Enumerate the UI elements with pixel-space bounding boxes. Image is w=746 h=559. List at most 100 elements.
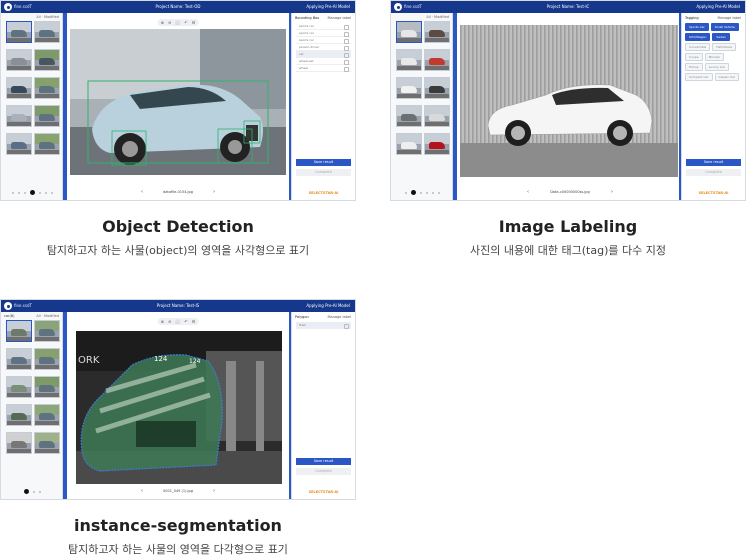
tag-chip[interactable]: Hatchback [712,43,737,51]
tag-chip[interactable]: Sports Car [685,23,709,31]
thumbnail[interactable] [34,105,60,127]
thumbnail[interactable] [396,133,422,155]
zoom-out-icon[interactable]: ⊖ [168,20,171,25]
thumbnail[interactable] [34,77,60,99]
thumbnail-sidebar: All · Modified [1,13,63,200]
filter-dropdown[interactable]: All · Modified [36,15,59,19]
annotation-canvas[interactable]: ⊕ ⊖ ⬜ ↶ ⚙ ‹ datafile-0154.jpg › [67,13,289,200]
complete-button[interactable]: Complete [296,169,351,176]
tag-chip[interactable]: Sedan [712,33,730,41]
fit-icon[interactable]: ⬜ [175,20,180,25]
tag-chip[interactable]: Convertible [685,43,711,51]
label-row[interactable]: sports car [296,37,351,44]
thumbnail[interactable] [396,105,422,127]
thumbnail[interactable] [424,133,450,155]
settings-icon[interactable]: ⚙ [192,319,196,324]
thumbnail[interactable] [34,133,60,155]
card-title: instance-segmentation [74,516,282,535]
undo-icon[interactable]: ↶ [184,319,187,324]
complete-button[interactable]: Complete [296,468,351,475]
next-image-button[interactable]: › [611,189,613,195]
manage-label-link[interactable]: Manage label [328,16,351,20]
thumbnail[interactable] [396,49,422,71]
thumbnail[interactable] [6,404,32,426]
thumbnail[interactable] [34,21,60,43]
filter-dropdown[interactable]: All · Modified [36,314,59,318]
next-image-button[interactable]: › [213,189,215,195]
label-list: sports car sports car sports car person-… [296,23,351,72]
tag-list: Sports Car Small Vehicle SUV/Wagon Sedan… [685,23,742,81]
thumbnail[interactable] [6,49,32,71]
thumbnail[interactable] [6,77,32,99]
thumbnail[interactable] [34,376,60,398]
tag-chip[interactable]: Coupe [685,53,703,61]
tag-chip[interactable]: Classic Car [714,73,740,81]
thumbnail[interactable] [396,77,422,99]
manage-label-link[interactable]: Manage label [328,315,351,319]
thumbnail[interactable] [6,320,32,342]
zoom-in-icon[interactable]: ⊕ [161,319,164,324]
canvas-toolbar: ⊕ ⊖ ⬜ ↶ ⚙ [157,318,199,325]
thumbnail-pager[interactable] [1,190,63,195]
thumbnail[interactable] [6,105,32,127]
thumbnail[interactable] [6,133,32,155]
save-result-button[interactable]: Save result [296,458,351,465]
label-row[interactable]: car [296,51,351,58]
thumbnail[interactable] [34,348,60,370]
zoom-out-icon[interactable]: ⊖ [168,319,171,324]
applying-model-button[interactable]: Applying Pre-AI Model [306,4,350,9]
card-subtitle: 사진의 내용에 대한 태그(tag)를 다수 지정 [470,244,666,257]
thumbnail[interactable] [34,432,60,454]
settings-icon[interactable]: ⚙ [192,20,196,25]
thumbnail[interactable] [6,21,32,43]
tag-chip[interactable]: SUV/Wagon [685,33,711,41]
tag-chip[interactable]: Pickup [685,63,703,71]
save-result-button[interactable]: Save result [686,159,741,166]
fit-icon[interactable]: ⬜ [175,319,180,324]
zoom-in-icon[interactable]: ⊕ [161,20,164,25]
thumbnail[interactable] [396,21,422,43]
thumbnail[interactable] [424,49,450,71]
applying-model-button[interactable]: Applying Pre-AI Model [696,4,740,9]
tag-chip[interactable]: Small Vehicle [710,23,739,31]
thumbnail[interactable] [34,404,60,426]
thumbnail[interactable] [424,105,450,127]
thumbnail[interactable] [34,320,60,342]
thumbnail[interactable] [424,77,450,99]
file-name: Data-c00000000ss.jpg [550,190,590,194]
thumbnail-sidebar: All · Modified [391,13,453,200]
card-title: Object Detection [102,217,254,236]
next-image-button[interactable]: › [213,488,215,494]
white-suv-photo [460,25,678,177]
card-subtitle: 탐지하고자 하는 사물의 영역을 다각형으로 표기 [68,543,288,556]
label-row[interactable]: person-driver [296,44,351,51]
thumbnail[interactable] [424,21,450,43]
thumbnail[interactable] [6,376,32,398]
label-row[interactable]: wheel-set [296,58,351,65]
thumbnail[interactable] [34,49,60,71]
object-detection-screenshot: fine.ssdT Project Name: Test-OD Applying… [0,0,356,201]
tag-chip[interactable]: Luxury Car [704,63,730,71]
filter-dropdown[interactable]: All · Modified [426,15,449,19]
applying-model-button[interactable]: Applying Pre-AI Model [306,303,350,308]
thumbnail[interactable] [6,348,32,370]
complete-button[interactable]: Complete [686,169,741,176]
tagging-panel: Tagging Manage label Sports Car Small Ve… [681,13,745,200]
thumbnail[interactable] [6,432,32,454]
tag-chip[interactable]: Compact Car [685,73,713,81]
label-row[interactable]: sports car [296,23,351,30]
thumbnail-pager[interactable] [391,190,453,195]
tag-chip[interactable]: Minivan [704,53,725,61]
app-titlebar: fine.ssdT Project Name: Test-IS Applying… [1,300,355,312]
project-name: Project Name: Test-OD [155,4,201,9]
thumbnail-pager[interactable] [1,489,63,494]
project-name: Project Name: Test-IS [156,303,200,308]
label-row[interactable]: wheel [296,65,351,72]
undo-icon[interactable]: ↶ [184,20,187,25]
save-result-button[interactable]: Save result [296,159,351,166]
label-row[interactable]: Train [296,322,351,329]
manage-label-link[interactable]: Manage label [718,16,741,20]
label-row[interactable]: sports car [296,30,351,37]
image-canvas[interactable]: ‹ Data-c00000000ss.jpg › [457,13,683,200]
annotation-canvas[interactable]: ⊕ ⊖ ⬜ ↶ ⚙ 124 124 ORK ‹ 0001_049 (1).jpg… [67,312,289,499]
